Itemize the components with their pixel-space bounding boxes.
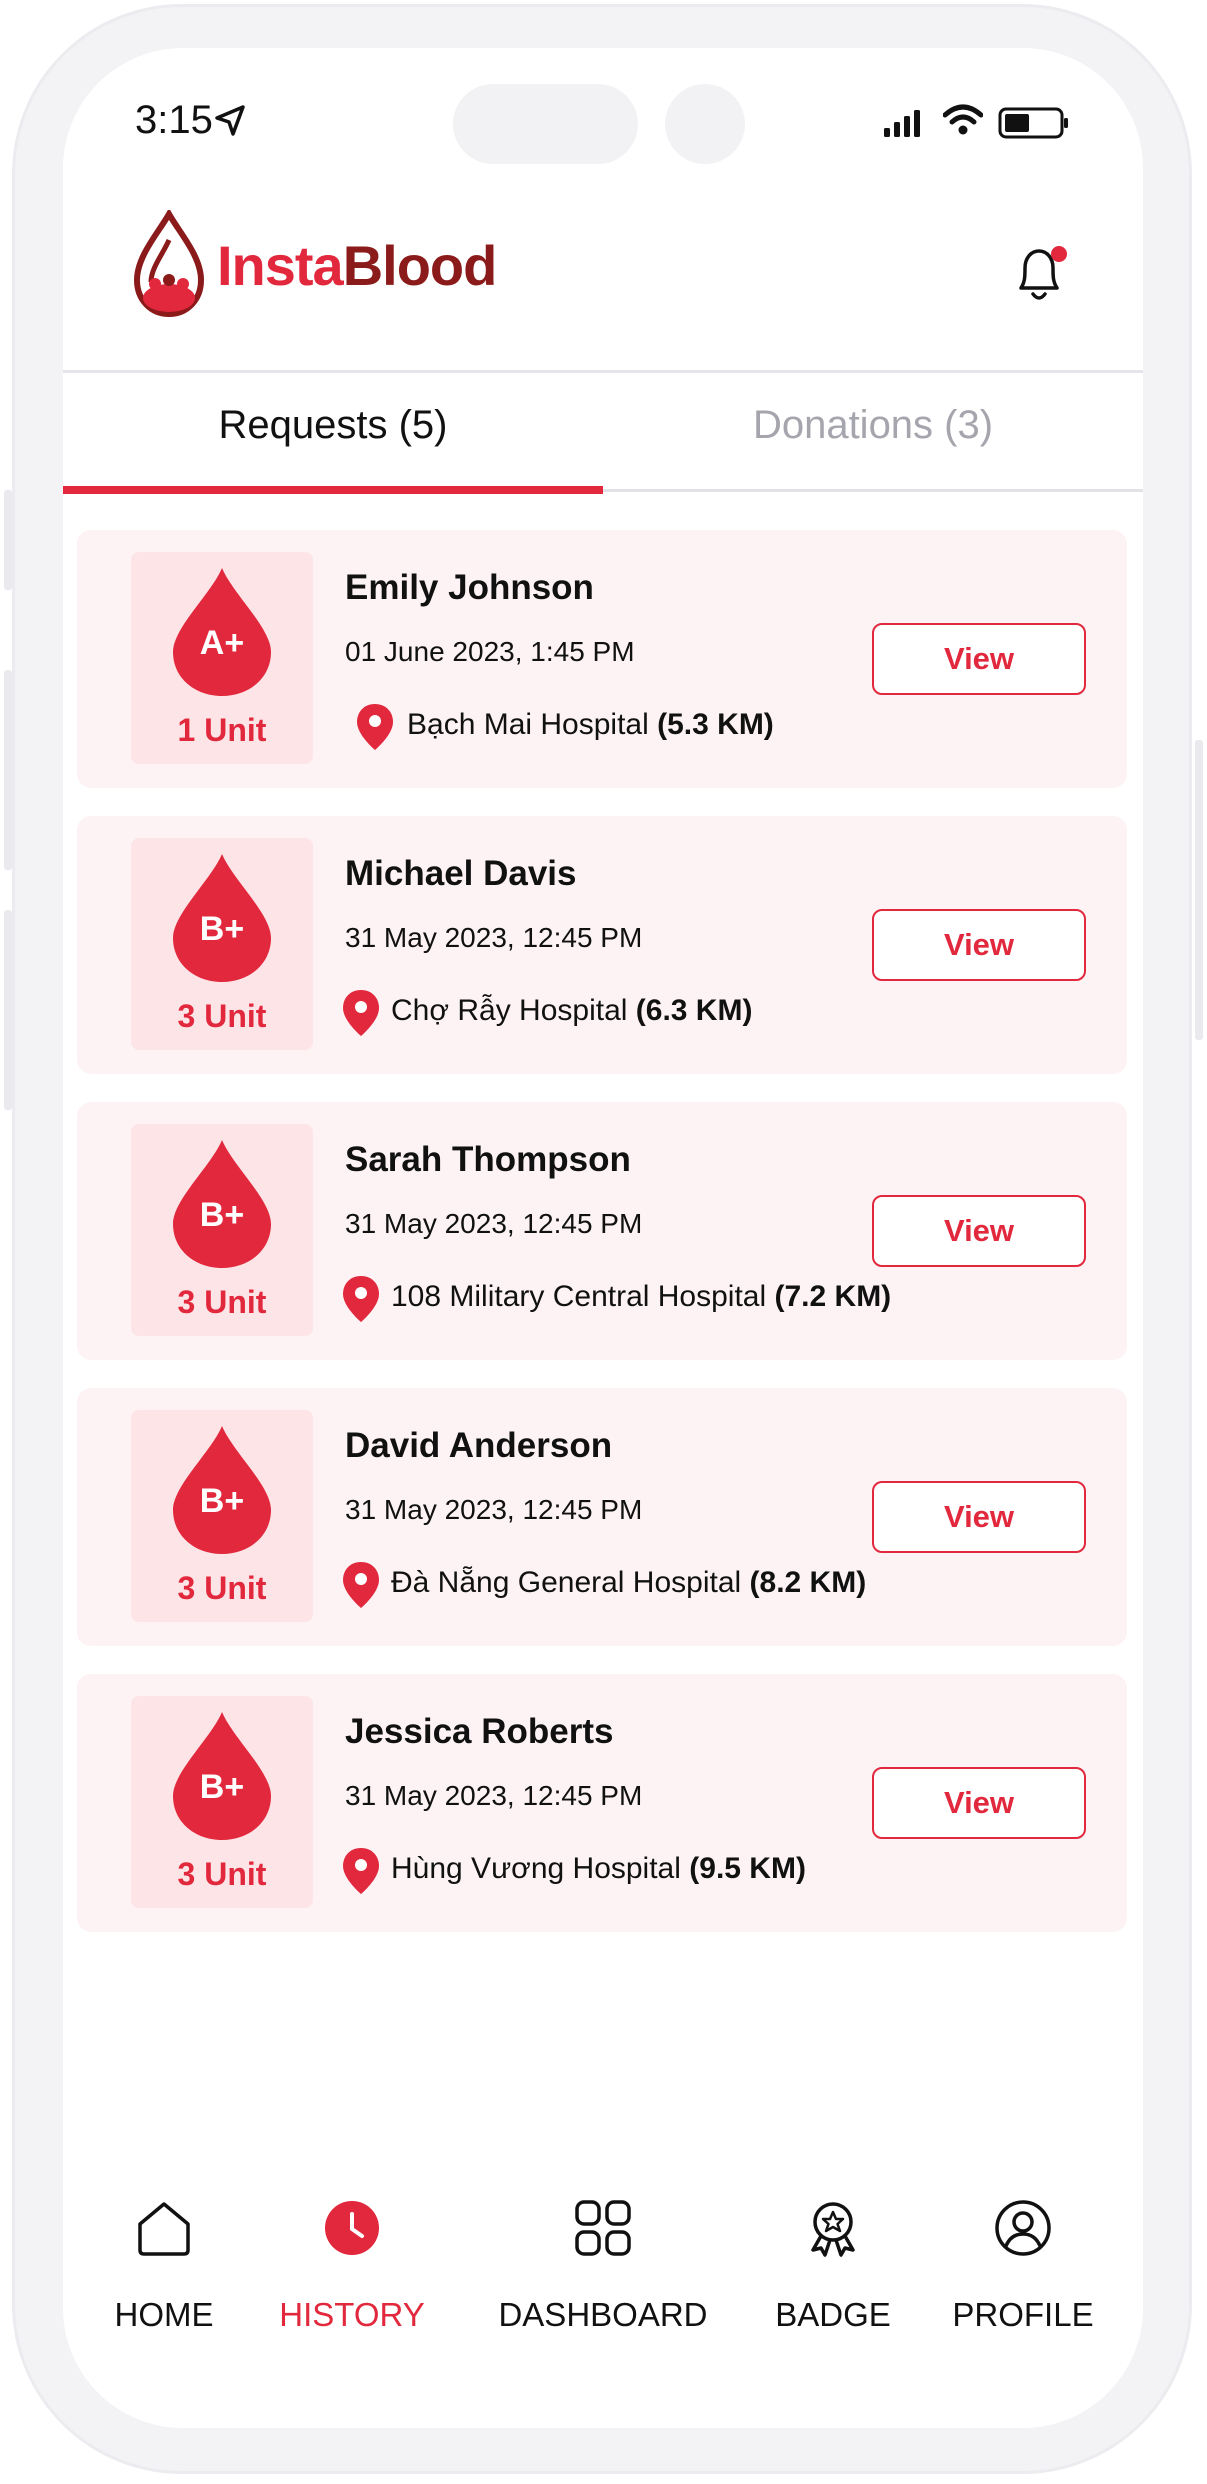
blood-drop-logo-icon: [133, 210, 205, 318]
location-pin-icon: [343, 1848, 379, 1894]
tab-requests[interactable]: Requests (5): [63, 403, 603, 448]
hospital-name: Hùng Vương Hospital: [391, 1852, 681, 1885]
nav-item-profile[interactable]: PROFILE: [943, 2198, 1103, 2334]
blood-type-label: B+: [199, 910, 245, 948]
hospital-distance: (6.3 KM): [635, 994, 753, 1027]
nav-label-profile: PROFILE: [952, 2296, 1094, 2333]
hospital-name: Bạch Mai Hospital: [407, 708, 649, 741]
request-card[interactable]: B+ 3 Unit Michael Davis 31 May 2023, 12:…: [77, 816, 1127, 1074]
hospital-location: Đà Nẵng General Hospital (8.2 KM): [391, 1566, 866, 1600]
home-icon: [138, 2202, 190, 2256]
hospital-name: Đà Nẵng General Hospital: [391, 1566, 742, 1599]
volume-down-button: [4, 910, 12, 1110]
profile-icon: [995, 2200, 1051, 2256]
hospital-distance: (5.3 KM): [657, 708, 774, 741]
unit-count: 3 Unit: [177, 998, 267, 1034]
nav-item-history[interactable]: HISTORY: [277, 2198, 427, 2334]
request-card[interactable]: B+ 3 Unit Sarah Thompson 31 May 2023, 12…: [77, 1102, 1127, 1360]
nav-item-badge[interactable]: BADGE: [763, 2198, 903, 2334]
hospital-distance: (9.5 KM): [689, 1852, 806, 1885]
blood-type-label: B+: [199, 1482, 245, 1520]
requester-name: Jessica Roberts: [345, 1712, 614, 1751]
nav-item-dashboard[interactable]: DASHBOARD: [493, 2198, 713, 2334]
logo-text-insta: Insta: [217, 233, 344, 297]
tab-active-indicator: [63, 486, 603, 494]
view-button[interactable]: View: [872, 1767, 1086, 1839]
logo-text-blood: Blood: [342, 233, 498, 297]
nav-item-home[interactable]: HOME: [99, 2198, 229, 2334]
request-datetime: 31 May 2023, 12:45 PM: [345, 1494, 643, 1525]
camera-island: [665, 84, 745, 164]
blood-badge: B+ 3 Unit: [131, 1124, 313, 1336]
dynamic-island: [453, 84, 638, 164]
request-datetime: 01 June 2023, 1:45 PM: [345, 636, 635, 667]
history-icon: [325, 2201, 379, 2255]
location-pin-icon: [343, 1562, 379, 1608]
location-arrow-icon: [215, 105, 245, 136]
wifi-icon: [943, 104, 983, 135]
request-card[interactable]: B+ 3 Unit David Anderson 31 May 2023, 12…: [77, 1388, 1127, 1646]
requester-name: Sarah Thompson: [345, 1140, 631, 1179]
nav-label-dashboard: DASHBOARD: [498, 2296, 708, 2333]
location-pin-icon: [343, 990, 379, 1036]
location-pin-icon: [343, 1276, 379, 1322]
view-button[interactable]: View: [872, 909, 1086, 981]
blood-type-label: A+: [199, 624, 245, 662]
blood-type-label: B+: [199, 1196, 245, 1234]
unit-count: 3 Unit: [177, 1284, 267, 1320]
view-button[interactable]: View: [872, 623, 1086, 695]
location-pin-icon: [357, 704, 393, 750]
dashboard-icon: [575, 2200, 631, 2256]
unit-count: 3 Unit: [177, 1856, 267, 1892]
volume-up-button: [4, 670, 12, 870]
app-screen: 3:15 InstaBlood Requests (5) Donations (…: [63, 48, 1143, 2428]
blood-badge: B+ 3 Unit: [131, 1696, 313, 1908]
unit-count: 3 Unit: [177, 1570, 267, 1606]
request-datetime: 31 May 2023, 12:45 PM: [345, 922, 643, 953]
notification-badge: [1051, 246, 1067, 262]
battery-icon: [998, 107, 1068, 139]
requester-name: David Anderson: [345, 1426, 613, 1465]
request-datetime: 31 May 2023, 12:45 PM: [345, 1780, 643, 1811]
hospital-distance: (8.2 KM): [749, 1566, 867, 1599]
view-button[interactable]: View: [872, 1195, 1086, 1267]
app-logo[interactable]: InstaBlood: [129, 210, 498, 320]
header-divider: [63, 370, 1143, 373]
unit-count: 1 Unit: [177, 712, 267, 748]
power-button: [1195, 740, 1203, 1040]
hospital-location: Chợ Rẫy Hospital (6.3 KM): [391, 994, 752, 1028]
hospital-location: Bạch Mai Hospital (5.3 KM): [407, 708, 774, 742]
side-button: [4, 490, 12, 590]
blood-badge: B+ 3 Unit: [131, 1410, 313, 1622]
request-datetime: 31 May 2023, 12:45 PM: [345, 1208, 643, 1239]
hospital-location: 108 Military Central Hospital (7.2 KM): [391, 1280, 891, 1314]
requester-name: Emily Johnson: [345, 568, 594, 607]
nav-label-home: HOME: [114, 2296, 214, 2333]
badge-icon: [811, 2202, 855, 2257]
request-card[interactable]: B+ 3 Unit Jessica Roberts 31 May 2023, 1…: [77, 1674, 1127, 1932]
hospital-distance: (7.2 KM): [774, 1280, 892, 1313]
nav-label-badge: BADGE: [775, 2296, 891, 2333]
blood-badge: B+ 3 Unit: [131, 838, 313, 1050]
blood-type-label: B+: [199, 1768, 245, 1806]
nav-label-history: HISTORY: [279, 2296, 425, 2333]
request-card[interactable]: A+ 1 Unit Emily Johnson 01 June 2023, 1:…: [77, 530, 1127, 788]
status-time: 3:15: [135, 98, 213, 142]
blood-badge: A+ 1 Unit: [131, 552, 313, 764]
hospital-location: Hùng Vương Hospital (9.5 KM): [391, 1852, 806, 1886]
hospital-name: 108 Military Central Hospital: [391, 1280, 767, 1313]
cellular-signal-icon: [884, 110, 920, 137]
requester-name: Michael Davis: [345, 854, 577, 893]
view-button[interactable]: View: [872, 1481, 1086, 1553]
tab-donations[interactable]: Donations (3): [603, 403, 1143, 448]
hospital-name: Chợ Rẫy Hospital: [391, 994, 628, 1027]
